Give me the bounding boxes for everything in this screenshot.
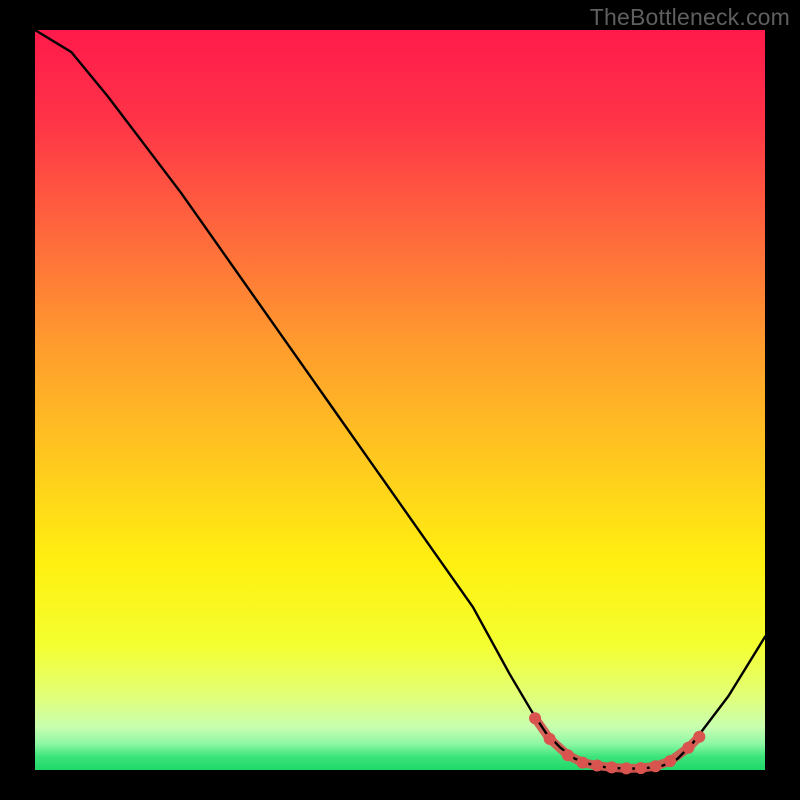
curve-marker bbox=[577, 757, 589, 769]
curve-marker bbox=[544, 733, 556, 745]
plot-background bbox=[35, 30, 765, 770]
curve-marker bbox=[664, 755, 676, 767]
bottleneck-curve-chart bbox=[0, 0, 800, 800]
chart-frame: TheBottleneck.com bbox=[0, 0, 800, 800]
curve-marker bbox=[682, 742, 694, 754]
curve-marker bbox=[562, 749, 574, 761]
curve-marker bbox=[635, 762, 647, 774]
curve-marker bbox=[606, 761, 618, 773]
curve-marker bbox=[693, 731, 705, 743]
curve-marker bbox=[529, 712, 541, 724]
curve-marker bbox=[591, 760, 603, 772]
curve-marker bbox=[620, 762, 632, 774]
attribution-text: TheBottleneck.com bbox=[590, 4, 790, 31]
curve-marker bbox=[650, 760, 662, 772]
